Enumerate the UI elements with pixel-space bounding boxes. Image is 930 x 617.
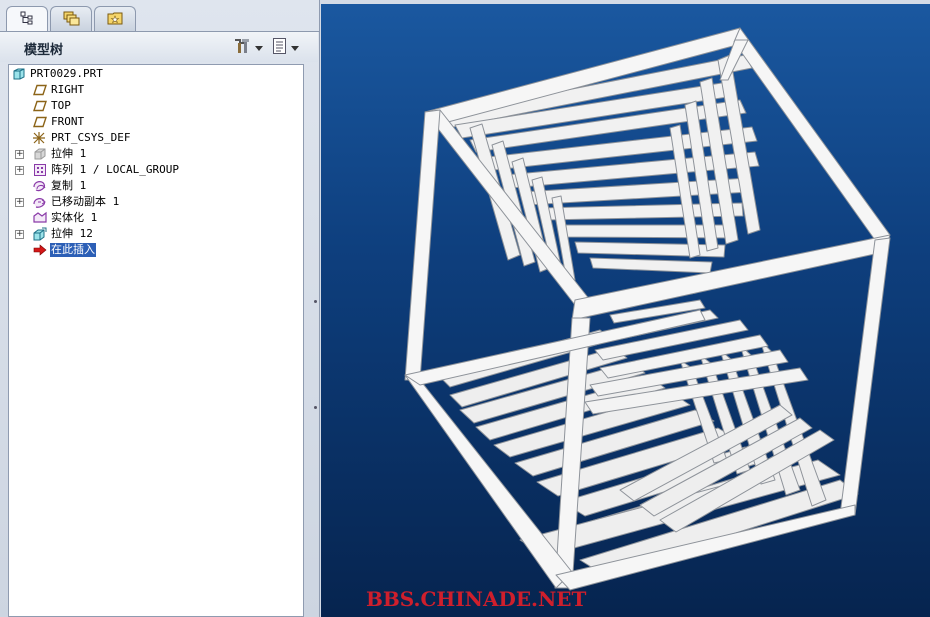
tree-item-moved-copy-1[interactable]: + 已移动副本 1: [9, 194, 303, 210]
tree-show-button[interactable]: [272, 38, 299, 58]
chevron-down-icon: [255, 45, 263, 51]
model-tree-icon: [19, 10, 35, 30]
panel-splitter[interactable]: [311, 250, 320, 450]
pattern-icon: [32, 162, 48, 178]
tree-item-datum-right[interactable]: RIGHT: [9, 82, 303, 98]
model-tree: PRT0029.PRT RIGHT TOP FRONT PRT_CSYS_DEF…: [8, 64, 304, 617]
tree-item-label: 在此插入: [50, 243, 96, 257]
tree-item-datum-front[interactable]: FRONT: [9, 114, 303, 130]
model-tree-header: 模型树: [0, 32, 318, 62]
tree-item-copy-1[interactable]: 复制 1: [9, 178, 303, 194]
tree-item-part[interactable]: PRT0029.PRT: [9, 66, 303, 82]
tree-item-label: 拉伸 12: [51, 227, 93, 240]
expand-icon[interactable]: +: [15, 197, 24, 207]
tree-item-label: PRT_CSYS_DEF: [51, 131, 131, 144]
expand-icon[interactable]: +: [15, 149, 24, 159]
grip-dot: [314, 406, 317, 409]
expand-icon[interactable]: +: [15, 165, 24, 175]
graphics-window[interactable]: BBS.CHINADE.NET: [321, 4, 930, 617]
twisted-frame-stack: [404, 27, 891, 591]
copy-icon: [32, 178, 48, 194]
tab-model-tree[interactable]: [6, 6, 48, 33]
tree-item-label: RIGHT: [51, 83, 85, 96]
tree-item-label: TOP: [51, 99, 71, 112]
tree-item-label: PRT0029.PRT: [30, 67, 103, 80]
tree-item-label: FRONT: [51, 115, 85, 128]
moved-copy-icon: [32, 194, 48, 210]
tree-item-label: 复制 1: [51, 179, 87, 192]
tree-item-label: 拉伸 1: [51, 147, 87, 160]
favorites-icon: [106, 10, 124, 30]
tree-item-extrude-1[interactable]: + 拉伸 1: [9, 146, 303, 162]
tree-settings-button[interactable]: [232, 38, 263, 58]
solidify-icon: [32, 210, 48, 226]
chevron-down-icon: [291, 45, 299, 51]
datum-plane-icon: [32, 82, 48, 98]
watermark: BBS.CHINADE.NET: [366, 587, 587, 611]
extrude-icon: [32, 226, 48, 242]
tree-item-label: 实体化 1: [51, 211, 98, 224]
extrude-icon: [32, 146, 48, 162]
tree-item-extrude-12[interactable]: + 拉伸 12: [9, 226, 303, 242]
tree-item-pattern-1[interactable]: + 阵列 1 / LOCAL_GROUP: [9, 162, 303, 178]
datum-plane-icon: [32, 114, 48, 130]
tab-folder-browser[interactable]: [50, 6, 92, 32]
navigator-panel: 模型树 PRT0029.PRT RIGHT TOP FRONT PRT_CSYS…: [0, 0, 320, 617]
datum-plane-icon: [32, 98, 48, 114]
tree-item-label: 已移动副本 1: [51, 195, 120, 208]
expand-icon[interactable]: +: [15, 229, 24, 239]
grip-dot: [314, 300, 317, 303]
tab-favorites[interactable]: [94, 6, 136, 32]
tree-item-solidify-1[interactable]: 实体化 1: [9, 210, 303, 226]
insert-here-icon: [32, 242, 48, 258]
tree-item-csys[interactable]: PRT_CSYS_DEF: [9, 130, 303, 146]
model-3d-view: [404, 27, 891, 591]
part-icon: [11, 66, 27, 82]
tree-item-datum-top[interactable]: TOP: [9, 98, 303, 114]
navigator-tabs: [6, 6, 138, 33]
tools-icon: [232, 37, 252, 59]
model-tree-title: 模型树: [24, 43, 64, 58]
folders-icon: [62, 10, 80, 30]
csys-icon: [31, 130, 47, 146]
tree-item-label: 阵列 1 / LOCAL_GROUP: [51, 163, 179, 176]
tree-item-insert-here[interactable]: 在此插入: [9, 242, 303, 258]
list-icon: [272, 37, 288, 59]
